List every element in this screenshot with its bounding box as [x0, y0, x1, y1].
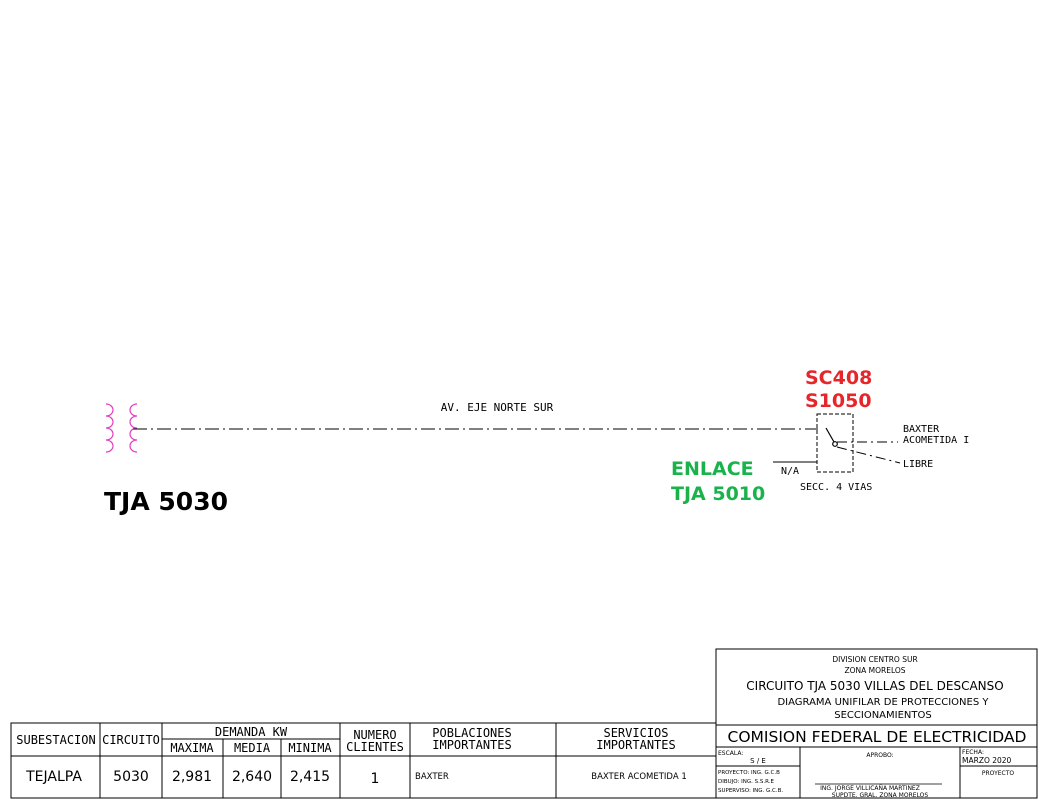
cell-circuito: 5030: [113, 769, 149, 785]
tb-zona: ZONA MORELOS: [844, 666, 905, 675]
switch-description: SECC. 4 VIAS: [800, 482, 872, 493]
output-1-label-b: ACOMETIDA I: [903, 435, 969, 446]
hdr-servicios-2: IMPORTANTES: [596, 738, 675, 752]
tb-subtitle-2: SECCIONAMIENTOS: [834, 710, 931, 721]
tb-escala-label: ESCALA:: [718, 750, 743, 757]
tb-fecha-label: FECHA:: [962, 749, 984, 756]
output-line-2: [836, 446, 901, 464]
hdr-circuito: CIRCUITO: [102, 733, 160, 747]
switch-id-2: S1050: [805, 390, 872, 412]
cell-maxima: 2,981: [172, 769, 212, 785]
line-label: AV. EJE NORTE SUR: [441, 401, 554, 414]
tb-proyecto-label: PROYECTO: [982, 770, 1014, 777]
tb-approver-name: ING. JORGE VILLICAÑA MARTINEZ: [820, 785, 920, 792]
hdr-poblaciones-2: IMPORTANTES: [432, 738, 511, 752]
hdr-demanda: DEMANDA KW: [215, 725, 288, 739]
na-label: N/A: [781, 466, 799, 477]
cell-media: 2,640: [232, 769, 272, 785]
tb-escala-value: S / E: [750, 757, 766, 765]
tb-company: COMISION FEDERAL DE ELECTRICIDAD: [728, 728, 1027, 746]
cell-poblaciones: BAXTER: [415, 772, 449, 782]
hdr-maxima: MAXIMA: [170, 741, 214, 755]
hdr-subestacion: SUBESTACION: [16, 733, 95, 747]
cell-minima: 2,415: [290, 769, 330, 785]
link-label-1: ENLACE: [671, 458, 754, 480]
tb-fecha-value: MARZO 2020: [962, 756, 1012, 765]
cell-servicios: BAXTER ACOMETIDA 1: [591, 772, 687, 782]
switch-box: [816, 413, 854, 473]
tb-approver-title: SUPDTE. GRAL. ZONA MORELOS: [832, 792, 929, 799]
output-1-label-a: BAXTER: [903, 424, 940, 435]
hdr-media: MEDIA: [234, 741, 271, 755]
tb-superviso-line: SUPERVISO: ING. G.C.B.: [718, 788, 783, 794]
tb-circuit: CIRCUITO TJA 5030 VILLAS DEL DESCANSO: [746, 679, 1003, 693]
substation-label: TJA 5030: [104, 487, 228, 516]
output-2-label: LIBRE: [903, 459, 933, 470]
transformer-symbol: [105, 403, 138, 453]
hdr-clientes: CLIENTES: [346, 740, 404, 754]
cell-clientes: 1: [371, 771, 380, 787]
tb-subtitle-1: DIAGRAMA UNIFILAR DE PROTECCIONES Y: [777, 697, 989, 708]
switch-symbol: [825, 427, 838, 447]
tb-dibujo-line: DIBUJO: ING. S.S.R.E: [718, 779, 774, 785]
hdr-minima: MINIMA: [288, 741, 332, 755]
tb-proyecto-line: PROYECTO: ING. G.C.B: [718, 770, 780, 776]
tb-division: DIVISION CENTRO SUR: [832, 655, 917, 664]
tb-aprobo-label: APROBO:: [866, 752, 893, 759]
single-line-diagram: AV. EJE NORTE SUR TJA 5030 SC408 S1050 E…: [10, 367, 1038, 799]
switch-id-1: SC408: [805, 367, 872, 389]
cell-subestacion: TEJALPA: [25, 769, 82, 785]
link-label-2: TJA 5010: [671, 483, 765, 505]
